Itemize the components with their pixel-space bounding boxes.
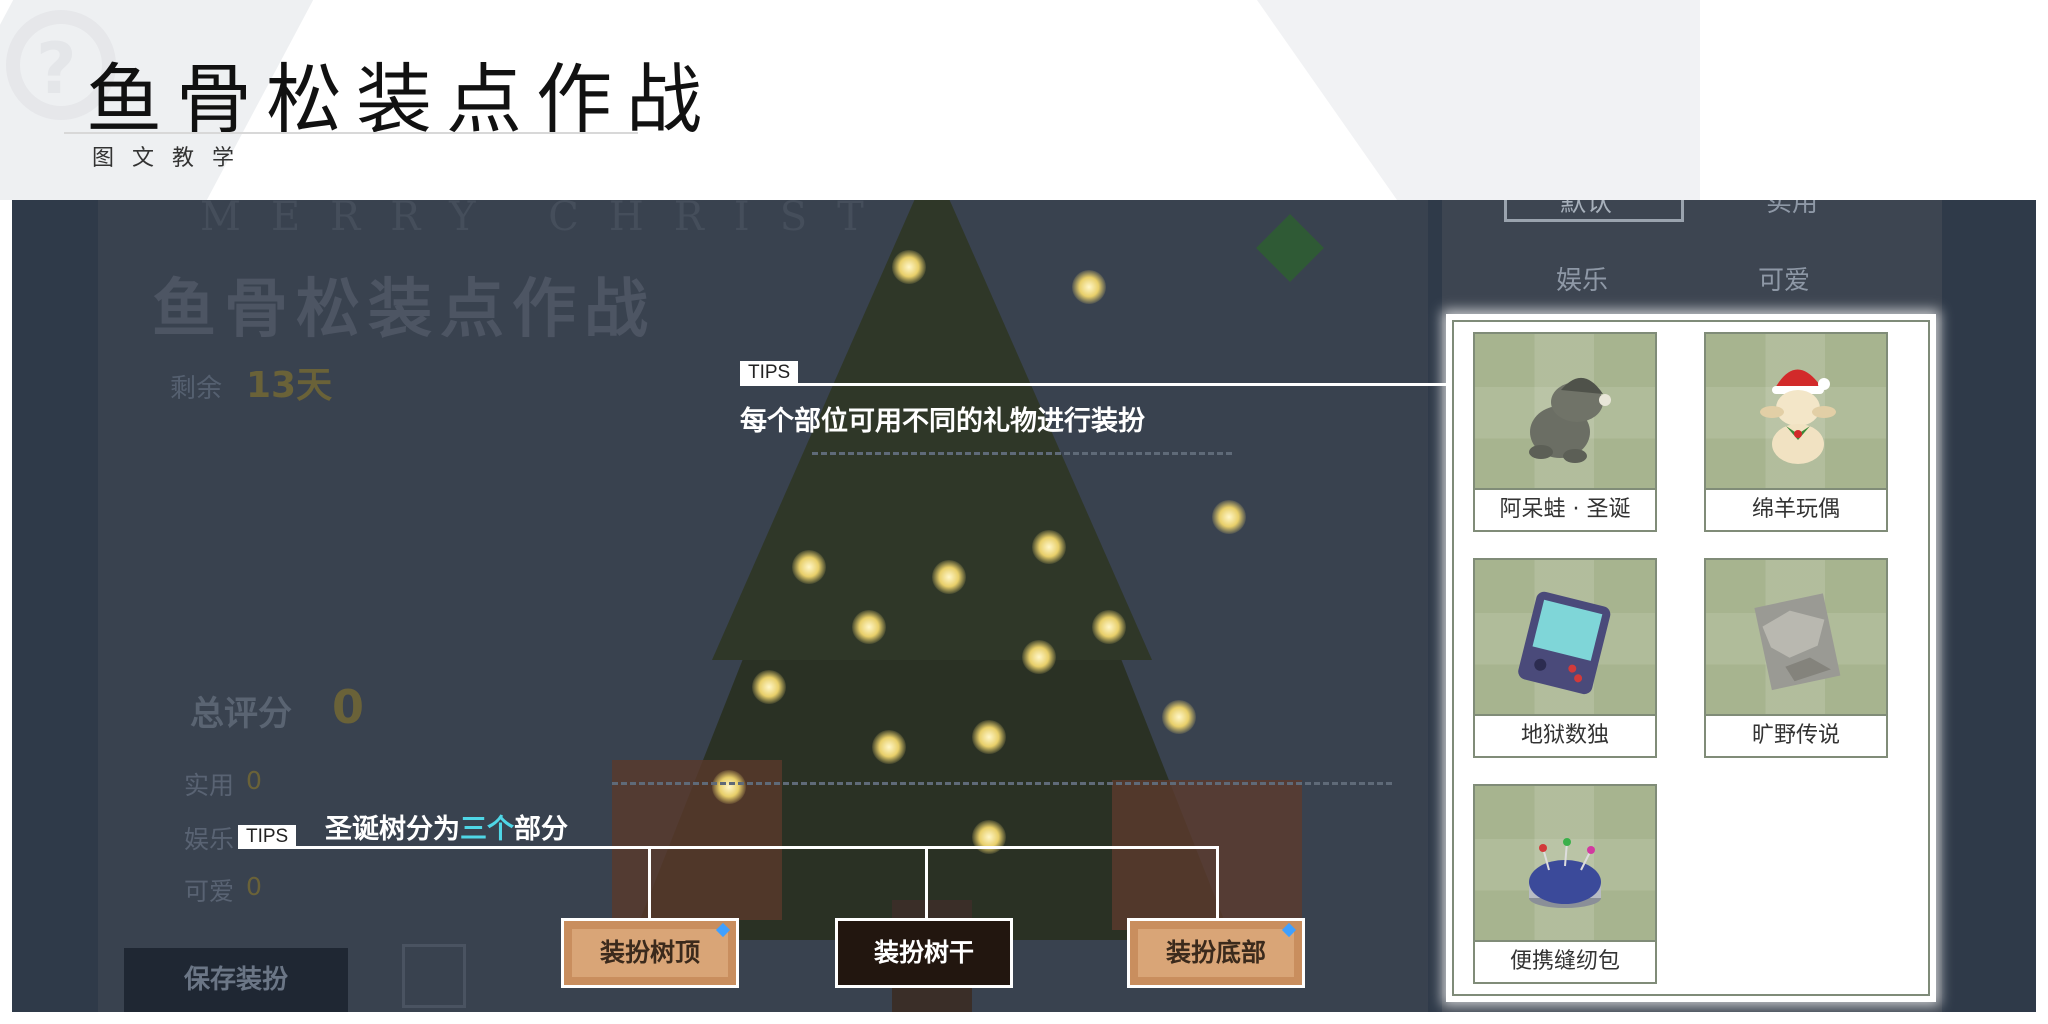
gift-name: 旷野传说 [1706, 714, 1886, 756]
event-title: 鱼骨松装点作战 [152, 272, 656, 347]
light-bulb [712, 770, 746, 804]
gift-selection-panel: 阿呆蛙 · 圣诞 绵羊玩偶 地狱数独 旷野传说 便携缝纫包 [1446, 314, 1936, 1002]
light-bulb [1162, 700, 1196, 734]
frog-plush-icon [1529, 377, 1611, 463]
light-bulb [932, 560, 966, 594]
page-subtitle: 图文教学 [92, 146, 253, 171]
decorate-top-button[interactable]: 装扮树顶 [561, 918, 739, 988]
stat-practical-label: 实用 [184, 771, 235, 800]
stat-cute-label: 可爱 [184, 877, 235, 906]
light-bulb [972, 720, 1006, 754]
gift-card[interactable]: 旷野传说 [1704, 558, 1888, 758]
tab-practical[interactable]: 实用 [1766, 200, 1818, 219]
score-label: 总评分 [190, 694, 292, 734]
tip-gift-text: 每个部位可用不同的礼物进行装扮 [740, 406, 1145, 437]
dashed-guide [812, 452, 1232, 455]
light-bulb [1212, 500, 1246, 534]
save-outfit-button[interactable]: 保存装扮 [124, 948, 348, 1012]
watermark-question-icon: ? [36, 28, 77, 110]
stat-practical-value: 0 [246, 766, 262, 795]
light-bulb [1022, 640, 1056, 674]
light-bulb [872, 730, 906, 764]
light-bulb [852, 610, 886, 644]
gift-card[interactable]: 地狱数独 [1473, 558, 1657, 758]
map-tile-icon [1754, 593, 1841, 691]
gift-name: 便携缝纫包 [1475, 940, 1655, 982]
tab-fun[interactable]: 娱乐 [1556, 260, 1608, 297]
stat-fun-label: 娱乐 [184, 825, 235, 854]
tab-cute[interactable]: 可爱 [1758, 260, 1810, 297]
light-bulb [752, 670, 786, 704]
remaining-label: 剩余 [170, 374, 223, 404]
light-bulb [1092, 610, 1126, 644]
light-bulb [792, 550, 826, 584]
parts-connector-line [238, 846, 1218, 849]
gift-card[interactable]: 绵羊玩偶 [1704, 332, 1888, 532]
gift-name: 阿呆蛙 · 圣诞 [1475, 488, 1655, 530]
light-bulb [1072, 270, 1106, 304]
highlight-text: 三个 [460, 814, 514, 845]
score-value: 0 [332, 680, 365, 734]
gift-box-right [1112, 780, 1302, 930]
handheld-console-icon [1518, 591, 1611, 695]
connector-drop [1216, 846, 1219, 918]
tips-tag: TIPS [740, 361, 799, 385]
connector-drop [648, 846, 651, 918]
stat-cute-value: 0 [246, 872, 262, 901]
pincushion-icon [1529, 838, 1601, 908]
tip-connector-line [740, 383, 1446, 386]
tip-parts-text: 圣诞树分为三个部分 [325, 814, 568, 845]
remaining-days: 13天 [246, 365, 333, 406]
gift-name: 绵羊玩偶 [1706, 488, 1886, 530]
trash-icon[interactable] [402, 944, 466, 1008]
connector-drop [925, 846, 928, 918]
light-bulb [892, 250, 926, 284]
tab-default[interactable]: 默认 [1560, 200, 1612, 219]
light-bulb [1032, 530, 1066, 564]
decorate-trunk-button[interactable]: 装扮树干 [835, 918, 1013, 988]
gift-name: 地狱数独 [1475, 714, 1655, 756]
sheep-doll-icon [1760, 369, 1836, 464]
decorate-bottom-button[interactable]: 装扮底部 [1127, 918, 1305, 988]
gift-card[interactable]: 便携缝纫包 [1473, 784, 1657, 984]
dashed-guide [612, 782, 1392, 785]
title-divider [64, 132, 638, 134]
gift-card[interactable]: 阿呆蛙 · 圣诞 [1473, 332, 1657, 532]
